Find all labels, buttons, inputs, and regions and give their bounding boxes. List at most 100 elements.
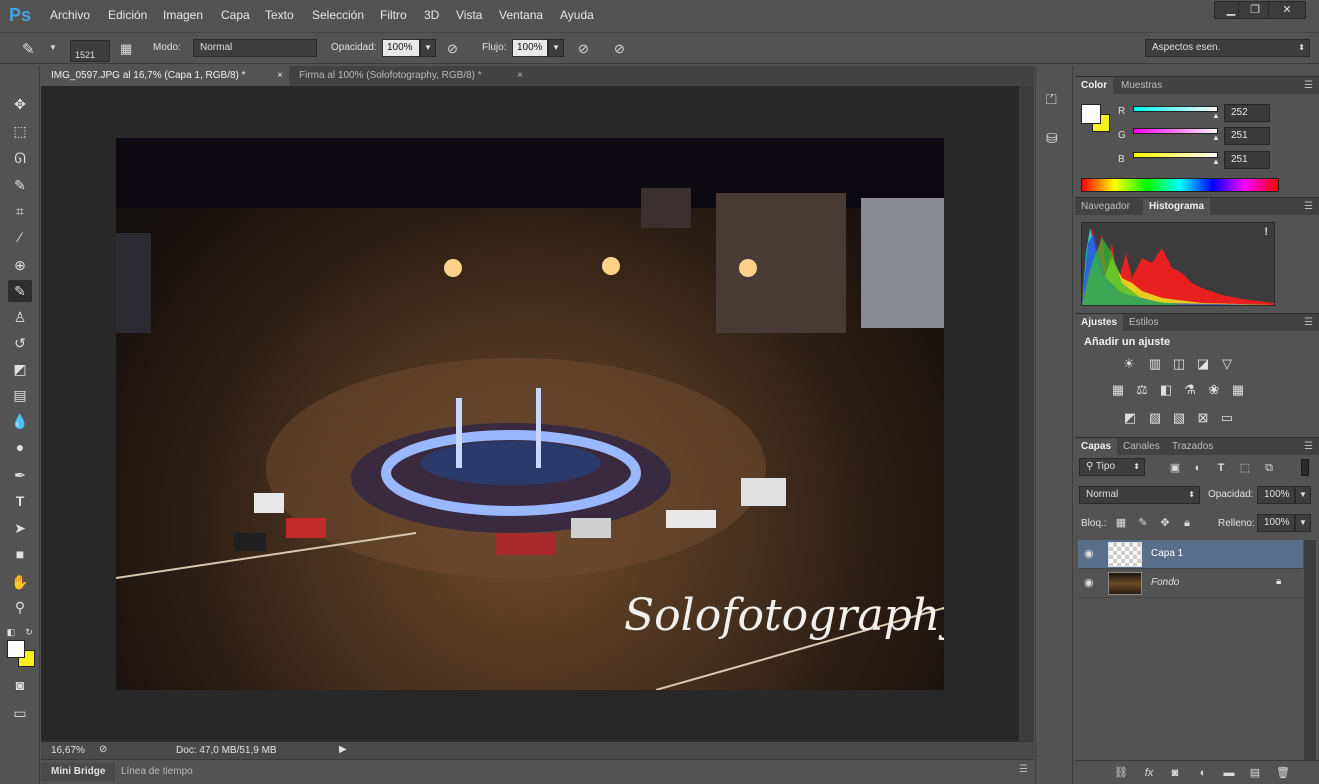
levels-icon[interactable]: ▥	[1145, 354, 1165, 374]
zoom-level[interactable]: 16,67%	[51, 745, 85, 756]
menu-3d[interactable]: 3D	[424, 8, 439, 22]
photo-filter-icon[interactable]: ⚗	[1180, 380, 1200, 400]
close-icon[interactable]: ×	[517, 66, 523, 86]
layer-row-fondo[interactable]: ◉ Fondo 🔒︎	[1078, 569, 1303, 598]
menu-imagen[interactable]: Imagen	[163, 8, 203, 22]
fill-dropdown[interactable]: ▼	[1295, 514, 1311, 532]
flow-input[interactable]: 100%	[512, 39, 548, 57]
panel-menu-icon[interactable]: ☰	[1304, 201, 1313, 212]
brush-size-picker[interactable]: 1521	[70, 40, 110, 62]
trash-icon[interactable]: 🗑︎	[1273, 763, 1293, 783]
layer-mask-icon[interactable]: ◙	[1165, 763, 1185, 783]
history-panel-icon[interactable]: ⏍	[1046, 91, 1057, 108]
tab-img-0597[interactable]: IMG_0597.JPG al 16,7% (Capa 1, RGB/8) * …	[41, 66, 289, 86]
status-icon[interactable]: ⊘	[99, 744, 107, 755]
quick-selection-tool-icon[interactable]: ✎	[8, 174, 32, 196]
curves-icon[interactable]: ◫	[1169, 354, 1189, 374]
blur-tool-icon[interactable]: 💧	[8, 410, 32, 432]
menu-vista[interactable]: Vista	[456, 8, 482, 22]
tab-ajustes[interactable]: Ajustes	[1075, 314, 1124, 332]
brightness-contrast-icon[interactable]: ☀	[1119, 354, 1139, 374]
panel-menu-icon[interactable]: ☰	[1019, 764, 1028, 775]
screen-mode-icon[interactable]: ▭	[8, 702, 32, 724]
red-slider[interactable]	[1133, 106, 1218, 112]
layer-opacity-input[interactable]: 100%	[1257, 486, 1295, 504]
tab-muestras[interactable]: Muestras	[1115, 77, 1168, 95]
pressure-size-icon[interactable]: ⊘	[614, 41, 625, 57]
fill-input[interactable]: 100%	[1257, 514, 1295, 532]
marquee-tool-icon[interactable]: ⬚	[8, 120, 32, 142]
tab-capas[interactable]: Capas	[1075, 438, 1118, 456]
posterize-icon[interactable]: ▨	[1145, 408, 1165, 428]
slider-thumb-icon[interactable]: ▲	[1212, 133, 1220, 142]
layers-scrollbar[interactable]	[1304, 540, 1316, 760]
green-slider[interactable]	[1133, 128, 1218, 134]
menu-filtro[interactable]: Filtro	[380, 8, 407, 22]
maximize-button[interactable]: ❐	[1238, 1, 1272, 19]
warning-icon[interactable]: !	[1264, 226, 1268, 238]
type-filter-icon[interactable]: T	[1211, 458, 1231, 478]
lock-transparency-icon[interactable]: ▦	[1111, 513, 1131, 533]
layer-name[interactable]: Fondo	[1151, 577, 1179, 588]
menu-seleccion[interactable]: Selección	[312, 8, 364, 22]
path-selection-tool-icon[interactable]: ➤	[8, 517, 32, 539]
menu-capa[interactable]: Capa	[221, 8, 250, 22]
document-image[interactable]: Solofotography	[116, 138, 944, 690]
brush-panel-icon[interactable]: ▦	[120, 41, 132, 57]
tab-color[interactable]: Color	[1075, 77, 1114, 95]
dodge-tool-icon[interactable]: ●	[8, 436, 32, 458]
slider-thumb-icon[interactable]: ▲	[1212, 157, 1220, 166]
tab-estilos[interactable]: Estilos	[1123, 314, 1164, 332]
new-group-icon[interactable]: ▬	[1219, 763, 1239, 783]
slider-thumb-icon[interactable]: ▲	[1212, 111, 1220, 120]
properties-panel-icon[interactable]: ⛁	[1046, 130, 1058, 147]
black-white-icon[interactable]: ◧	[1156, 380, 1176, 400]
color-lookup-icon[interactable]: ▦	[1228, 380, 1248, 400]
gradient-map-icon[interactable]: ▭	[1217, 408, 1237, 428]
eraser-tool-icon[interactable]: ◩	[8, 358, 32, 380]
foreground-color-swatch[interactable]	[1081, 104, 1101, 124]
vertical-scrollbar[interactable]	[1019, 86, 1034, 741]
new-layer-icon[interactable]: ▤	[1245, 763, 1265, 783]
tab-timeline[interactable]: Línea de tiempo	[121, 763, 193, 781]
move-tool-icon[interactable]: ✥	[8, 93, 32, 115]
crop-tool-icon[interactable]: ⌗	[8, 200, 32, 222]
color-balance-icon[interactable]: ⚖	[1132, 380, 1152, 400]
channel-mixer-icon[interactable]: ❀	[1204, 380, 1224, 400]
tab-canales[interactable]: Canales	[1117, 438, 1166, 456]
quick-mask-icon[interactable]: ◙	[8, 674, 32, 696]
gradient-tool-icon[interactable]: ▤	[8, 384, 32, 406]
panel-menu-icon[interactable]: ☰	[1304, 80, 1313, 91]
menu-archivo[interactable]: Archivo	[50, 8, 90, 22]
layer-filter-select[interactable]: ⚲ Tipo ⬍	[1079, 458, 1145, 476]
pressure-opacity-icon[interactable]: ⊘	[447, 41, 458, 57]
color-spectrum-ramp[interactable]	[1081, 178, 1279, 192]
opacity-input[interactable]: 100%	[382, 39, 420, 57]
blue-slider[interactable]	[1133, 152, 1218, 158]
selective-color-icon[interactable]: ⊠	[1193, 408, 1213, 428]
menu-ventana[interactable]: Ventana	[499, 8, 543, 22]
exposure-icon[interactable]: ◪	[1193, 354, 1213, 374]
tab-firma[interactable]: Firma al 100% (Solofotography, RGB/8) * …	[289, 66, 529, 86]
airbrush-icon[interactable]: ⊘	[578, 41, 589, 57]
shape-filter-icon[interactable]: ⬚	[1235, 458, 1255, 478]
eyedropper-tool-icon[interactable]: ⁄	[8, 226, 32, 248]
workspace-select[interactable]: Aspectos esen. ⬍	[1145, 39, 1310, 57]
tab-navegador[interactable]: Navegador	[1075, 198, 1136, 216]
blue-value-input[interactable]: 251	[1224, 151, 1270, 169]
threshold-icon[interactable]: ▧	[1169, 408, 1189, 428]
opacity-dropdown[interactable]: ▼	[420, 39, 436, 57]
tab-histograma[interactable]: Histograma	[1143, 198, 1211, 216]
adjustment-layer-icon[interactable]: ◐	[1193, 763, 1213, 783]
vibrance-icon[interactable]: ▽	[1217, 354, 1237, 374]
panel-menu-icon[interactable]: ☰	[1304, 317, 1313, 328]
invert-icon[interactable]: ◩	[1120, 408, 1140, 428]
zoom-tool-icon[interactable]: ⚲	[8, 596, 32, 618]
pen-tool-icon[interactable]: ✒	[8, 464, 32, 486]
status-menu-arrow-icon[interactable]: ▶	[339, 744, 347, 755]
close-button[interactable]: ✕	[1268, 1, 1306, 19]
pixel-filter-icon[interactable]: ▣	[1165, 458, 1185, 478]
flow-dropdown[interactable]: ▼	[548, 39, 564, 57]
tab-trazados[interactable]: Trazados	[1166, 438, 1219, 456]
hue-saturation-icon[interactable]: ▦	[1108, 380, 1128, 400]
